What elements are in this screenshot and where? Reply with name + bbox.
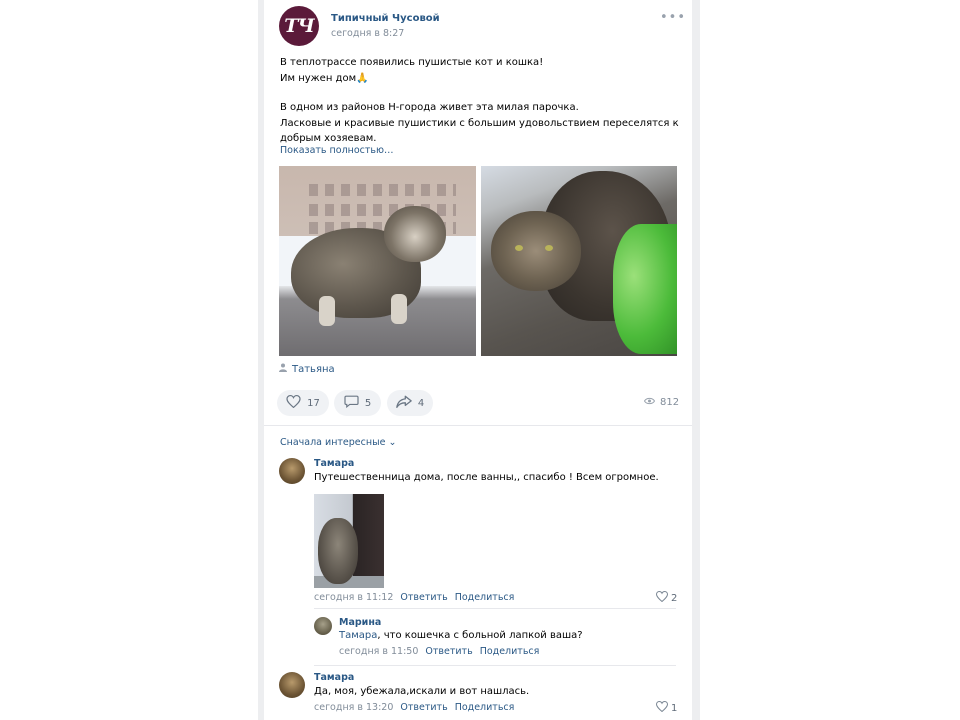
comment-time[interactable]: сегодня в 11:12 <box>314 592 393 603</box>
cat-leg <box>391 294 407 324</box>
reply-text: Тамара, что кошечка с больной лапкой ваш… <box>339 630 583 641</box>
heart-icon <box>655 700 669 715</box>
reply-author[interactable]: Марина <box>339 617 381 628</box>
feed-right-gutter <box>692 0 700 720</box>
building-windows <box>309 184 456 196</box>
comment-like-button[interactable]: 2 <box>655 590 678 605</box>
group-avatar[interactable]: ТЧ <box>279 6 319 46</box>
group-name-link[interactable]: Типичный Чусовой <box>331 13 440 24</box>
views-count: 812 <box>660 397 680 408</box>
comment-time[interactable]: сегодня в 13:20 <box>314 702 393 713</box>
avatar[interactable] <box>314 617 332 635</box>
user-icon <box>279 363 287 375</box>
cat <box>318 518 358 584</box>
post-text: В теплотрассе появились пушистые кот и к… <box>280 55 680 147</box>
avatar[interactable] <box>279 672 305 698</box>
share-comment-button[interactable]: Поделиться <box>455 592 515 603</box>
comment-button[interactable]: 5 <box>334 390 381 416</box>
reply-meta: сегодня в 11:50 Ответить Поделиться <box>339 646 539 657</box>
share-comment-button[interactable]: Поделиться <box>480 646 540 657</box>
post-photo-cat-closeup[interactable] <box>481 166 677 356</box>
comment-meta: сегодня в 11:12 Ответить Поделиться <box>314 592 514 603</box>
post-photo-cat-outdoors[interactable] <box>279 166 476 356</box>
heart-icon <box>286 394 301 412</box>
share-button[interactable]: 4 <box>387 390 433 416</box>
like-button[interactable]: 17 <box>277 390 329 416</box>
reply-text-body: , что кошечка с больной лапкой ваша? <box>377 630 583 641</box>
post-author-name: Татьяна <box>292 363 335 375</box>
eye-icon <box>643 397 656 408</box>
post-text-line: Им нужен дом🙏 <box>280 72 369 84</box>
comment-bubble-icon <box>344 395 359 412</box>
comment-like-count: 1 <box>671 702 678 714</box>
comment-author[interactable]: Тамара <box>314 672 354 683</box>
cat-eye <box>515 245 523 251</box>
comment-divider <box>314 608 676 609</box>
green-bag <box>613 224 677 354</box>
share-arrow-icon <box>396 395 412 412</box>
comment-count: 5 <box>364 397 372 409</box>
reply-mention-link[interactable]: Тамара <box>339 630 377 641</box>
comments-divider <box>264 425 692 426</box>
post-text-line: В теплотрассе появились пушистые кот и к… <box>280 57 544 68</box>
show-more-link[interactable]: Показать полностью… <box>280 145 394 156</box>
post-text-line: В одном из районов Н-города живет эта ми… <box>280 102 579 113</box>
avatar[interactable] <box>279 458 305 484</box>
share-count: 4 <box>417 397 425 409</box>
like-count: 17 <box>307 397 320 409</box>
comment-photo[interactable] <box>314 494 384 588</box>
comment-author[interactable]: Тамара <box>314 458 354 469</box>
comment-divider <box>314 665 676 666</box>
reply-button[interactable]: Ответить <box>400 592 447 603</box>
reply-button[interactable]: Ответить <box>425 646 472 657</box>
post-author[interactable]: Татьяна <box>279 363 335 375</box>
comment-text: Да, моя, убежала,искали и вот нашлась. <box>314 686 530 697</box>
reply-button[interactable]: Ответить <box>400 702 447 713</box>
cat-head <box>491 211 581 291</box>
post-text-line: Ласковые и красивые пушистики с большим … <box>280 117 679 129</box>
views-counter: 812 <box>643 397 680 408</box>
cat-eye <box>545 245 553 251</box>
heart-icon <box>655 590 669 605</box>
comment-meta: сегодня в 13:20 Ответить Поделиться <box>314 702 514 713</box>
cat-leg <box>319 296 335 326</box>
comment-like-count: 2 <box>671 592 678 604</box>
share-comment-button[interactable]: Поделиться <box>455 702 515 713</box>
comments-sort-dropdown[interactable]: Сначала интересные ⌄ <box>280 437 396 448</box>
cat-head <box>384 206 446 262</box>
more-options-icon[interactable]: ••• <box>660 10 686 25</box>
comment-text: Путешественница дома, после ванны,, спас… <box>314 472 659 483</box>
comment-time[interactable]: сегодня в 11:50 <box>339 646 418 657</box>
comment-like-button[interactable]: 1 <box>655 700 678 715</box>
post-time[interactable]: сегодня в 8:27 <box>331 28 404 39</box>
